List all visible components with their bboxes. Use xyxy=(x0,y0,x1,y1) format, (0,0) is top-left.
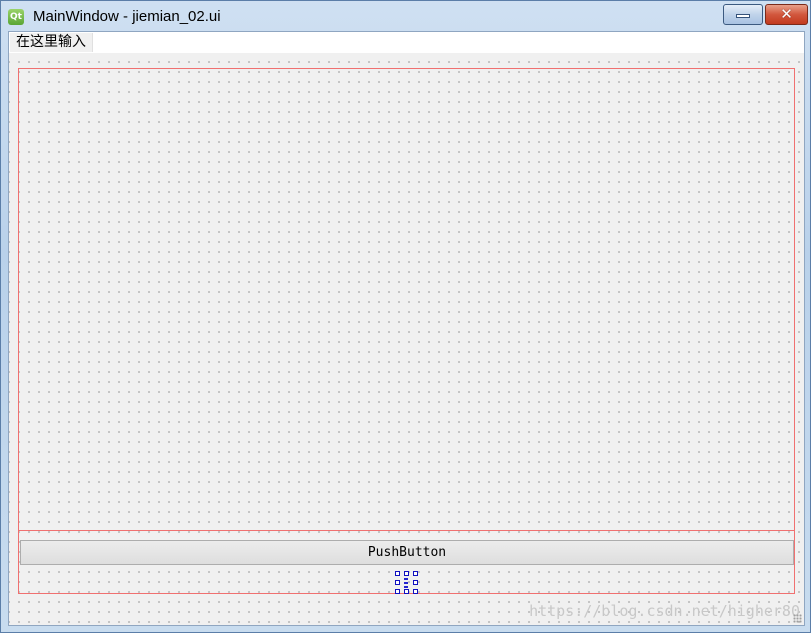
menu-item-type-here[interactable]: 在这里输入 xyxy=(10,33,93,52)
push-button[interactable]: PushButton xyxy=(20,540,794,565)
spacer-handle[interactable] xyxy=(395,571,400,576)
menu-bar: 在这里输入 xyxy=(9,32,804,53)
minimize-icon xyxy=(736,14,750,18)
client-area: 在这里输入 PushButton https://blog.csdn.net/h… xyxy=(8,31,805,626)
close-icon: ✕ xyxy=(780,5,793,23)
resize-grip-icon[interactable] xyxy=(793,614,802,623)
spacer-handle[interactable] xyxy=(404,589,409,594)
spacer-handle[interactable] xyxy=(395,589,400,594)
qt-logo-icon: Qt xyxy=(8,9,24,25)
spacer-handle[interactable] xyxy=(413,589,418,594)
minimize-button[interactable] xyxy=(723,4,763,25)
spacer-handle[interactable] xyxy=(413,571,418,576)
spacer-handle[interactable] xyxy=(404,571,409,576)
main-window: Qt MainWindow - jiemian_02.ui ✕ 在这里输入 Pu… xyxy=(0,0,811,633)
window-title: MainWindow - jiemian_02.ui xyxy=(33,8,221,25)
spacer-handle[interactable] xyxy=(395,580,400,585)
watermark-url: https://blog.csdn.net/higher80 xyxy=(529,602,800,620)
spacer-handle[interactable] xyxy=(413,580,418,585)
title-bar[interactable]: Qt MainWindow - jiemian_02.ui ✕ xyxy=(1,1,810,31)
close-button[interactable]: ✕ xyxy=(765,4,808,25)
text-edit-area[interactable] xyxy=(18,68,795,531)
vertical-spacer[interactable] xyxy=(395,571,418,594)
central-widget[interactable]: PushButton https://blog.csdn.net/higher8… xyxy=(9,53,804,625)
